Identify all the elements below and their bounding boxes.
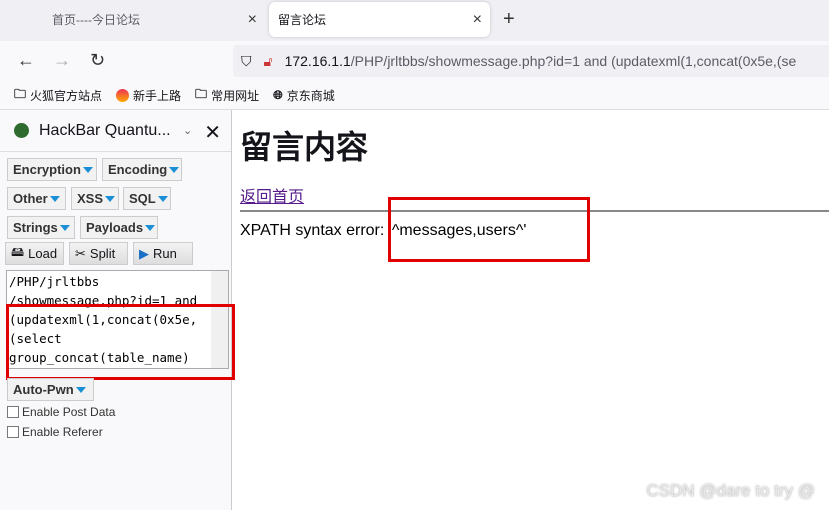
xss-menu[interactable]: XSS	[71, 187, 119, 210]
highlight-box	[388, 197, 590, 262]
dropdown-arrow-icon	[49, 195, 60, 202]
insecure-lock-icon[interactable]: 🔓︎	[264, 53, 273, 70]
close-icon[interactable]: ✕	[204, 120, 221, 145]
url-host: 172.16.1.1	[284, 53, 351, 69]
dropdown-arrow-icon	[105, 195, 116, 202]
checkbox[interactable]	[7, 426, 19, 438]
globe-icon: 🌐︎	[273, 87, 283, 102]
back-home-link[interactable]: 返回首页	[240, 183, 304, 207]
checkbox[interactable]	[7, 406, 19, 418]
tab-label: 留言论坛	[278, 13, 327, 27]
scissors-icon: ✂	[75, 245, 86, 261]
highlight-box	[6, 304, 235, 380]
forward-arrow-icon[interactable]: →	[53, 50, 71, 71]
payloads-menu[interactable]: Payloads	[80, 216, 158, 239]
run-button[interactable]: ▶ Run	[133, 242, 193, 265]
strings-menu[interactable]: Strings	[7, 216, 75, 239]
encoding-menu[interactable]: Encoding	[102, 158, 182, 181]
dropdown-arrow-icon	[59, 224, 70, 231]
dropdown-arrow-icon	[157, 195, 168, 202]
url-path: /PHP/jrltbbs/showmessage.php?id=1 and (u…	[350, 53, 797, 69]
hackbar-logo-icon	[14, 123, 29, 138]
back-arrow-icon[interactable]: ←	[17, 50, 35, 71]
split-button[interactable]: ✂ Split	[69, 242, 128, 265]
url-bar[interactable]: ⛉ 🔓︎ 172.16.1.1/PHP/jrltbbs/showmessage.…	[233, 45, 829, 77]
dropdown-arrow-icon	[145, 224, 156, 231]
close-icon[interactable]: ×	[473, 11, 482, 29]
load-icon: 🖴	[11, 243, 25, 259]
tab-home[interactable]: 首页----今日论坛 ×	[0, 2, 265, 37]
play-icon: ▶	[139, 245, 149, 261]
reload-icon[interactable]: ↻	[90, 50, 105, 71]
shield-icon[interactable]: ⛉	[241, 53, 252, 70]
chevron-down-icon[interactable]: ⌄	[183, 124, 192, 137]
load-button[interactable]: 🖴 Load	[5, 242, 64, 265]
auto-pwn-menu[interactable]: Auto-Pwn	[7, 378, 94, 401]
bookmark[interactable]: 新手上路	[116, 87, 181, 104]
sidebar-header: HackBar Quantu... ⌄ ✕	[0, 110, 231, 152]
sql-menu[interactable]: SQL	[123, 187, 171, 210]
encryption-menu[interactable]: Encryption	[7, 158, 97, 181]
enable-referer-checkbox[interactable]: Enable Referer	[7, 425, 103, 439]
tab-message[interactable]: 留言论坛 ×	[269, 2, 490, 37]
sidebar-title[interactable]: HackBar Quantu...	[39, 122, 171, 140]
other-menu[interactable]: Other	[7, 187, 66, 210]
bookmark[interactable]: 🗀 常用网址	[195, 85, 259, 106]
enable-post-checkbox[interactable]: Enable Post Data	[7, 405, 115, 419]
close-icon[interactable]: ×	[248, 11, 257, 29]
dropdown-arrow-icon	[82, 166, 93, 173]
dropdown-arrow-icon	[169, 166, 180, 173]
new-tab-button[interactable]: +	[503, 8, 515, 31]
page-title: 留言内容	[240, 128, 369, 166]
tab-bar: 首页----今日论坛 × 留言论坛 × +	[0, 0, 829, 41]
tab-label: 首页----今日论坛	[52, 13, 140, 27]
folder-icon: 🗀	[14, 86, 27, 101]
watermark: CSDN @dare to try @	[646, 481, 815, 500]
dropdown-arrow-icon	[75, 386, 86, 393]
bookmarks-bar: 🗀 火狐官方站点 新手上路 🗀 常用网址 🌐︎ 京东商城	[0, 81, 829, 110]
bookmark[interactable]: 🌐︎ 京东商城	[273, 87, 335, 104]
bookmark[interactable]: 🗀 火狐官方站点	[14, 85, 102, 106]
firefox-icon	[116, 88, 130, 102]
folder-icon: 🗀	[195, 86, 208, 101]
